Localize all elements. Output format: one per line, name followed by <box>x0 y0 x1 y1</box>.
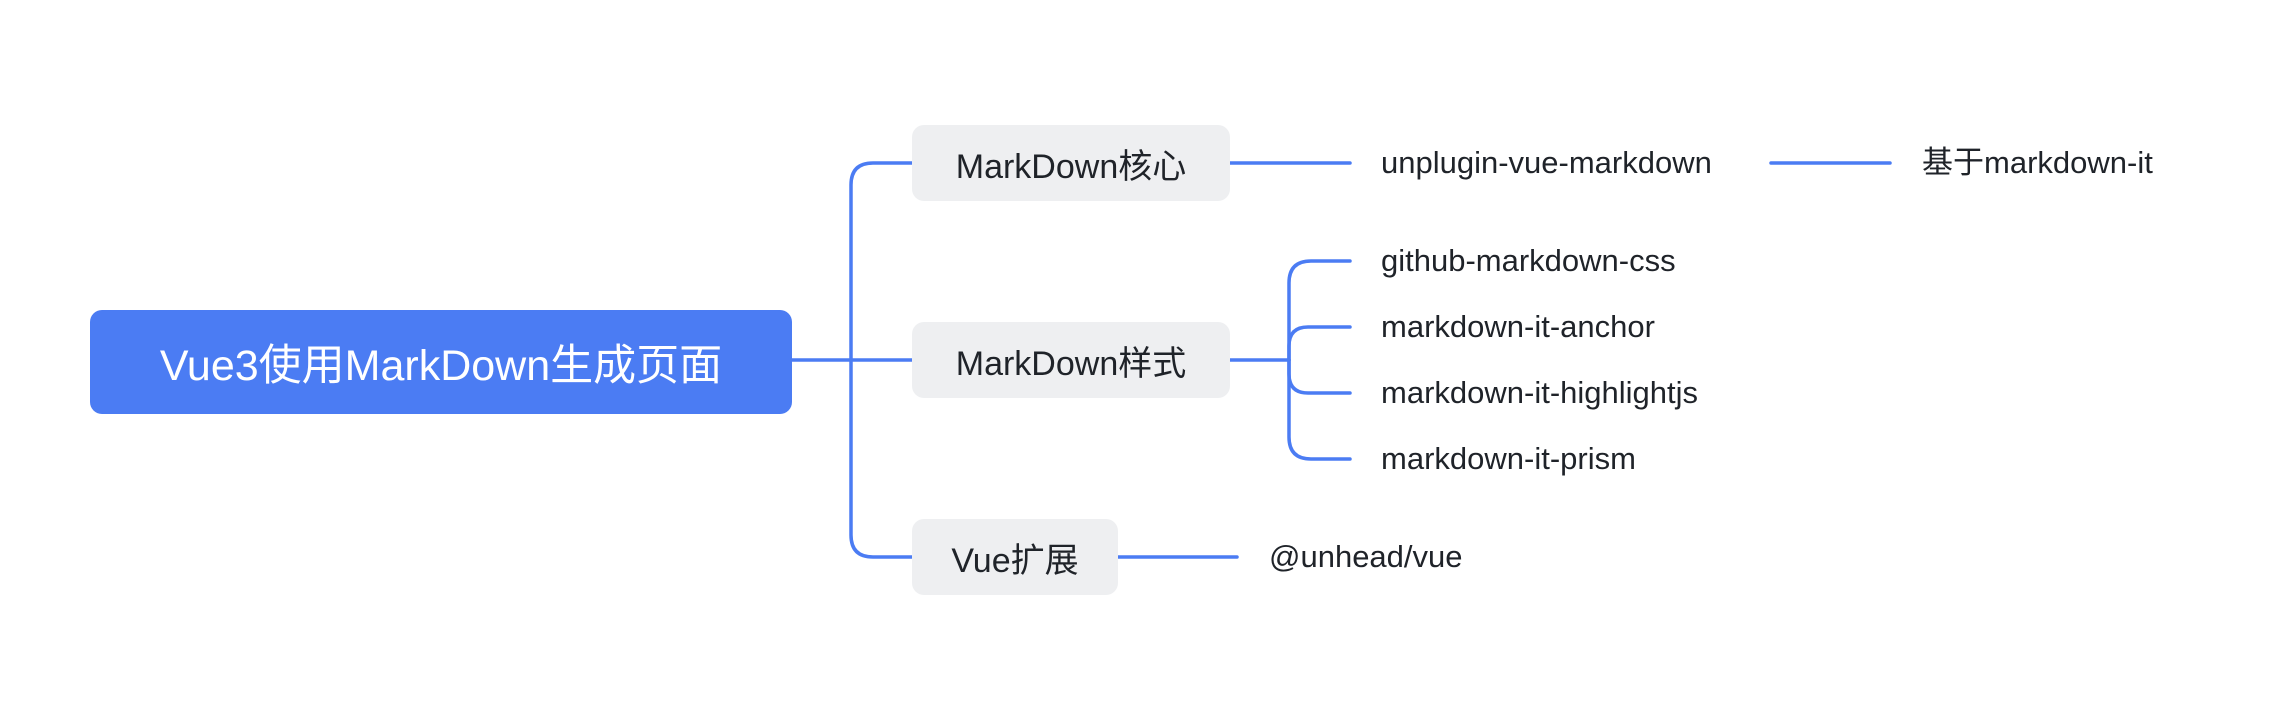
branch-node-label: MarkDown样式 <box>955 344 1187 383</box>
leaf-node-markdown-it-prism[interactable]: markdown-it-prism <box>1381 439 1636 479</box>
connector-root-branch-3 <box>849 358 914 559</box>
connector-branch-2-leaf-3 <box>1287 358 1352 395</box>
branch-node-vue-extension[interactable]: Vue扩展 <box>912 519 1118 595</box>
mind-map-canvas: Vue3使用MarkDown生成页面 MarkDown核心 MarkDown样式… <box>0 0 2278 706</box>
connector-branch-2-leaf-1 <box>1287 259 1352 362</box>
leaf-node-markdown-it-anchor[interactable]: markdown-it-anchor <box>1381 307 1655 347</box>
connector-branch-2-leaf-2 <box>1287 325 1352 362</box>
branch-node-markdown-style[interactable]: MarkDown样式 <box>912 322 1230 398</box>
leaf-node-github-markdown-css[interactable]: github-markdown-css <box>1381 241 1676 281</box>
leaf-node-unhead-vue[interactable]: @unhead/vue <box>1269 537 1463 577</box>
root-node-label: Vue3使用MarkDown生成页面 <box>159 342 723 390</box>
leaf-node-based-on-markdown-it[interactable]: 基于markdown-it <box>1922 143 2153 183</box>
branch-node-label: MarkDown核心 <box>955 147 1187 186</box>
leaf-node-markdown-it-highlightjs[interactable]: markdown-it-highlightjs <box>1381 373 1698 413</box>
root-node[interactable]: Vue3使用MarkDown生成页面 <box>90 310 792 414</box>
branch-node-label: Vue扩展 <box>951 541 1079 580</box>
branch-node-markdown-core[interactable]: MarkDown核心 <box>912 125 1230 201</box>
connector-root-branch-1 <box>849 161 914 362</box>
connector-branch-2-leaf-4 <box>1287 358 1352 461</box>
leaf-node-unplugin-vue-markdown[interactable]: unplugin-vue-markdown <box>1381 143 1712 183</box>
